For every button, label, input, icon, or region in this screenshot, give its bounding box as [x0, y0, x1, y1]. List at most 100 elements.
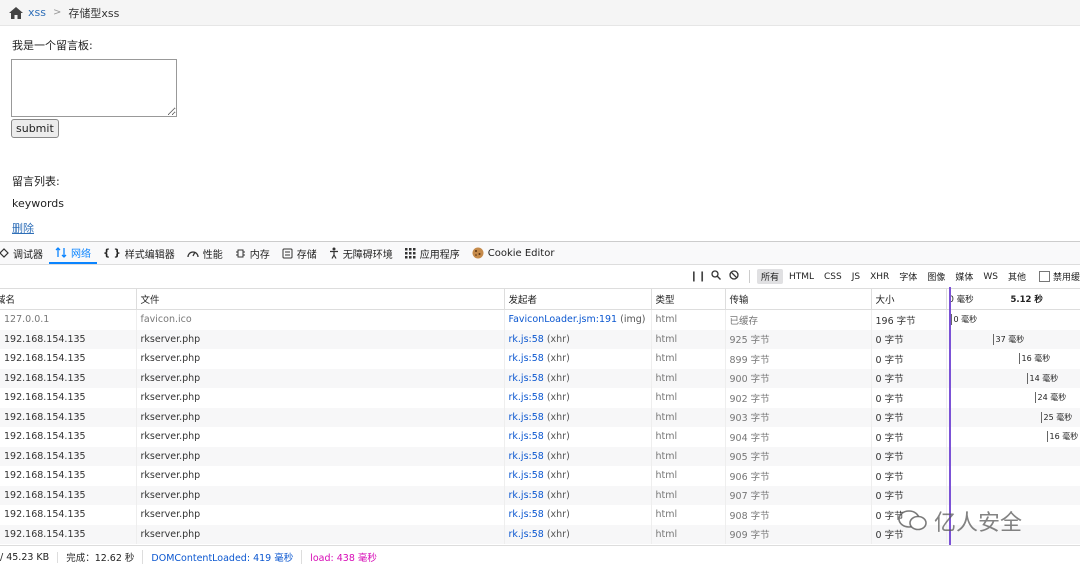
tab-storage[interactable]: 存储: [276, 242, 323, 264]
table-row[interactable]: 192.168.154.135 rkserver.php rk.js:58 (xhr)…: [0, 466, 1080, 486]
tab-accessibility[interactable]: 无障碍环境: [323, 242, 399, 264]
pause-icon[interactable]: ❙❙: [689, 271, 707, 282]
breadcrumb-xss[interactable]: xss: [28, 6, 46, 19]
initiator-type: (xhr): [546, 353, 570, 365]
filter-js[interactable]: JS: [848, 271, 864, 283]
cell-file: rkserver.php: [136, 485, 505, 505]
cell-type: html: [651, 446, 726, 466]
col-initiator[interactable]: 发起者: [504, 289, 652, 310]
cell-size: 0 字节: [871, 329, 947, 349]
block-icon[interactable]: [725, 270, 743, 283]
col-file[interactable]: 文件: [136, 289, 505, 310]
initiator-link[interactable]: rk.js:58: [509, 529, 544, 540]
initiator-link[interactable]: rk.js:58: [509, 490, 544, 501]
message-textarea[interactable]: [11, 59, 177, 117]
initiator-type: (xhr): [546, 372, 570, 384]
col-type[interactable]: 类型: [651, 289, 726, 310]
cell-initiator: FaviconLoader.jsm:191 (img): [504, 309, 652, 330]
initiator-link[interactable]: rk.js:58: [509, 334, 544, 345]
filter-fonts[interactable]: 字体: [895, 269, 921, 284]
initiator-link[interactable]: rk.js:58: [509, 431, 544, 442]
filter-media[interactable]: 媒体: [951, 269, 977, 284]
table-row[interactable]: 192.168.154.135 rkserver.php rk.js:58 (xhr)…: [0, 349, 1080, 369]
tab-application[interactable]: 应用程序: [399, 242, 466, 264]
tab-memory[interactable]: 内存: [229, 242, 276, 264]
tab-label: 网络: [71, 248, 91, 260]
cell-type: html: [651, 349, 726, 369]
cell-type: html: [651, 524, 726, 544]
wechat-icon: [898, 510, 927, 531]
initiator-link[interactable]: rk.js:58: [509, 470, 544, 481]
home-icon[interactable]: [9, 6, 23, 19]
cell-waterfall: 25 毫秒: [946, 407, 1080, 427]
tab-debugger[interactable]: 调试器: [0, 242, 49, 264]
table-row[interactable]: 127.0.0.1 favicon.ico FaviconLoader.jsm:19…: [0, 309, 1080, 330]
initiator-link[interactable]: rk.js:58: [509, 392, 544, 403]
filter-other[interactable]: 其他: [1004, 269, 1030, 284]
initiator-link[interactable]: FaviconLoader.jsm:191: [509, 314, 618, 325]
tab-cookie-editor[interactable]: Cookie Editor: [466, 242, 561, 264]
cell-initiator: rk.js:58 (xhr): [504, 524, 652, 544]
table-row[interactable]: 192.168.154.135 rkserver.php rk.js:58 (xhr)…: [0, 446, 1080, 466]
table-row[interactable]: 192.168.154.135 rkserver.php rk.js:58 (xhr)…: [0, 388, 1080, 408]
disable-cache-checkbox[interactable]: 禁用缓: [1038, 270, 1080, 283]
divider: [748, 270, 750, 283]
cell-waterfall: 16 毫秒: [946, 427, 1080, 447]
cell-waterfall: [946, 446, 1080, 466]
tab-label: 样式编辑器: [124, 249, 175, 261]
cell-transfer: 已缓存: [725, 309, 872, 330]
col-domain[interactable]: 域名: [0, 289, 137, 310]
filter-ws[interactable]: WS: [979, 271, 1002, 283]
cell-size: 0 字节: [871, 446, 947, 466]
cell-domain: 192.168.154.135: [0, 505, 137, 525]
initiator-link[interactable]: rk.js:58: [509, 509, 544, 520]
disable-cache-label: 禁用缓: [1052, 273, 1080, 283]
search-icon[interactable]: [707, 270, 725, 283]
cell-waterfall: [946, 485, 1080, 505]
tab-label: 应用程序: [419, 249, 460, 261]
cell-file: rkserver.php: [136, 505, 505, 525]
tab-label: 存储: [296, 249, 317, 261]
tab-network[interactable]: 网络: [49, 242, 97, 264]
cell-initiator: rk.js:58 (xhr): [504, 466, 652, 486]
delete-link[interactable]: 删除: [12, 220, 34, 236]
tab-performance[interactable]: 性能: [181, 242, 229, 264]
cell-file: rkserver.php: [136, 466, 505, 486]
filter-css[interactable]: CSS: [820, 271, 846, 283]
cell-file: rkserver.php: [136, 446, 505, 466]
col-size[interactable]: 大小: [871, 289, 947, 310]
cell-domain: 192.168.154.135: [0, 407, 137, 427]
initiator-type: (xhr): [546, 450, 570, 462]
memory-icon: [235, 249, 245, 257]
status-bar: / 45.23 KB 完成：12.62 秒 DOMContentLoaded: …: [0, 545, 1080, 568]
filter-xhr[interactable]: XHR: [866, 271, 893, 283]
tab-style-editor[interactable]: { } 样式编辑器: [97, 242, 181, 264]
filter-all[interactable]: 所有: [756, 269, 783, 284]
table-row[interactable]: 192.168.154.135 rkserver.php rk.js:58 (xhr)…: [0, 407, 1080, 427]
cell-domain: 192.168.154.135: [0, 446, 137, 466]
submit-button[interactable]: submit: [11, 119, 59, 138]
cell-size: 0 字节: [871, 368, 947, 388]
col-transfer[interactable]: 传输: [725, 289, 872, 310]
col-timeline[interactable]: 0 毫秒 5.12 秒: [946, 289, 1080, 310]
filter-images[interactable]: 图像: [923, 269, 949, 284]
table-row[interactable]: 192.168.154.135 rkserver.php rk.js:58 (xhr)…: [0, 368, 1080, 388]
cookie-icon: [472, 247, 484, 259]
table-row[interactable]: 192.168.154.135 rkserver.php rk.js:58 (xhr)…: [0, 427, 1080, 447]
cell-type: html: [651, 466, 726, 486]
cell-size: 196 字节: [871, 309, 947, 330]
cell-domain: 192.168.154.135: [0, 368, 137, 388]
initiator-type: (img): [620, 314, 646, 326]
timing-label: 37 毫秒: [992, 333, 1024, 345]
table-row[interactable]: 192.168.154.135 rkserver.php rk.js:58 (xhr)…: [0, 329, 1080, 349]
initiator-link[interactable]: rk.js:58: [509, 412, 544, 423]
cell-initiator: rk.js:58 (xhr): [504, 368, 652, 388]
initiator-link[interactable]: rk.js:58: [509, 353, 544, 364]
table-row[interactable]: 192.168.154.135 rkserver.php rk.js:58 (xhr)…: [0, 485, 1080, 505]
cell-domain: 192.168.154.135: [0, 388, 137, 408]
initiator-link[interactable]: rk.js:58: [509, 451, 544, 462]
cell-file: rkserver.php: [136, 524, 505, 544]
filter-html[interactable]: HTML: [785, 271, 818, 283]
initiator-link[interactable]: rk.js:58: [509, 373, 544, 384]
cell-size: 0 字节: [871, 388, 947, 408]
